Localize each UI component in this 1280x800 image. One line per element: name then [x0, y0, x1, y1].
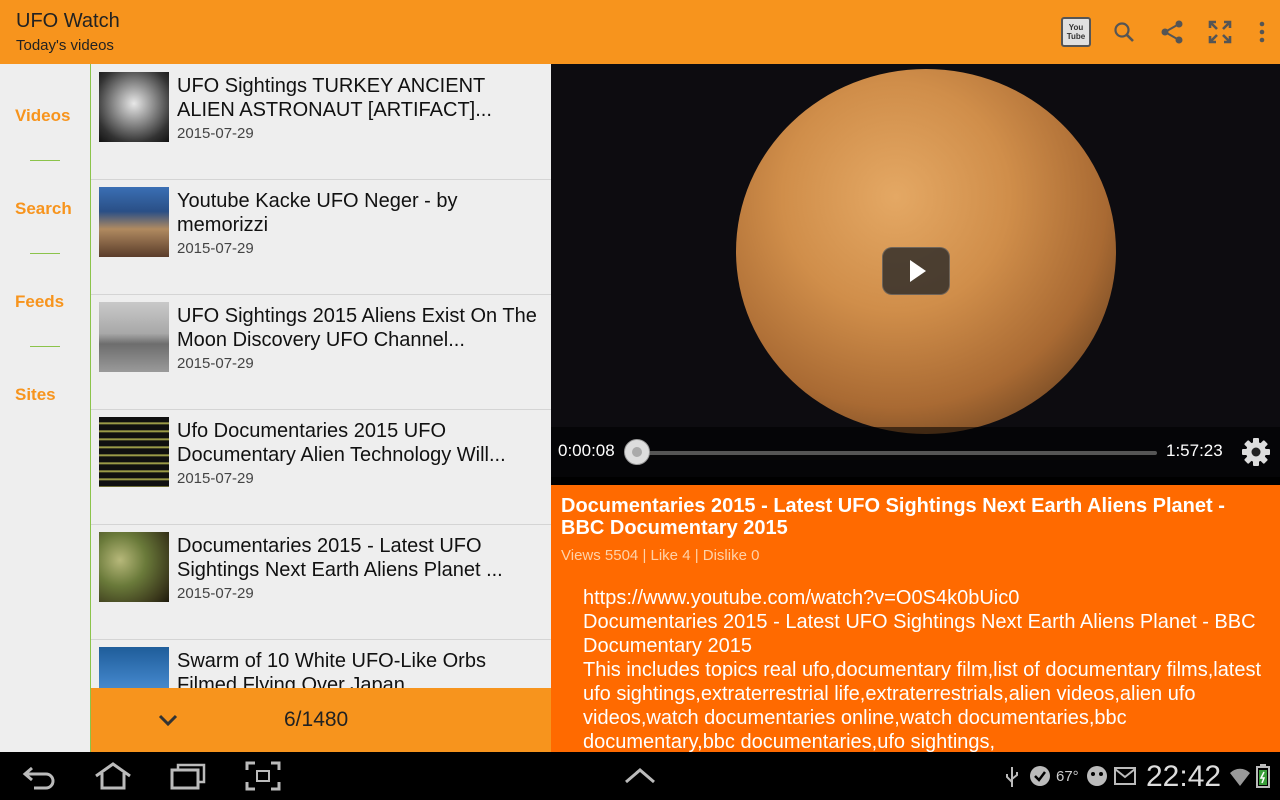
video-date: 2015-07-29 [177, 240, 254, 257]
video-details-title: Documentaries 2015 - Latest UFO Sighting… [561, 495, 1225, 539]
video-list-item[interactable]: UFO Sightings TURKEY ANCIENT ALIEN ASTRO… [91, 64, 551, 180]
video-details: Documentaries 2015 - Latest UFO Sighting… [551, 485, 1280, 752]
video-list-item[interactable]: UFO Sightings 2015 Aliens Exist On The M… [91, 294, 551, 410]
panel-divider [551, 477, 1280, 485]
nav-item-videos[interactable]: Videos [15, 106, 70, 126]
video-thumbnail [99, 187, 169, 257]
share-button[interactable] [1148, 0, 1196, 64]
system-bar: 67° 22:42 [0, 752, 1280, 800]
status-clock: 22:42 [1146, 760, 1222, 793]
notification-icon [1087, 766, 1107, 786]
video-thumbnail [99, 532, 169, 602]
video-thumbnail [99, 72, 169, 142]
gear-icon[interactable] [1241, 437, 1271, 467]
chevron-down-icon[interactable] [155, 708, 181, 732]
usb-icon [1006, 767, 1018, 787]
list-footer: 6/1480 [91, 688, 551, 752]
current-time: 0:00:08 [558, 441, 615, 460]
video-thumbnail [99, 417, 169, 487]
app-subtitle: Today's videos [16, 37, 114, 54]
nav-item-sites[interactable]: Sites [15, 385, 56, 405]
youtube-button[interactable]: You Tube [1052, 0, 1100, 64]
total-time: 1:57:23 [1166, 441, 1223, 460]
battery-icon [1256, 764, 1270, 788]
home-icon[interactable] [92, 760, 134, 792]
app-title: UFO Watch [16, 10, 120, 32]
video-description: https://www.youtube.com/watch?v=O0S4k0bU… [583, 587, 1262, 752]
share-icon [1161, 20, 1183, 44]
video-title: UFO Sightings 2015 Aliens Exist On The M… [177, 305, 537, 351]
seek-bar[interactable] [639, 451, 1157, 455]
nav-divider [30, 253, 60, 254]
video-title: UFO Sightings TURKEY ANCIENT ALIEN ASTRO… [177, 75, 492, 121]
video-date: 2015-07-29 [177, 585, 254, 602]
screenshot-icon[interactable] [244, 760, 282, 792]
video-title: Ufo Documentaries 2015 UFO Documentary A… [177, 420, 506, 466]
video-title: Documentaries 2015 - Latest UFO Sighting… [177, 535, 503, 581]
search-button[interactable] [1100, 0, 1148, 64]
app-bar: UFO Watch Today's videos You Tube [0, 0, 1280, 64]
check-badge-icon [1030, 766, 1050, 786]
youtube-icon: You Tube [1061, 17, 1091, 47]
nav-divider [30, 160, 60, 161]
nav-item-feeds[interactable]: Feeds [15, 292, 64, 312]
seek-handle[interactable] [624, 439, 650, 465]
chevron-up-icon[interactable] [622, 760, 658, 792]
video-list-item[interactable]: Documentaries 2015 - Latest UFO Sighting… [91, 524, 551, 640]
video-list-item[interactable]: Ufo Documentaries 2015 UFO Documentary A… [91, 409, 551, 525]
fullscreen-button[interactable] [1196, 0, 1244, 64]
action-bar: You Tube [1052, 0, 1280, 64]
video-list-item[interactable]: Youtube Kacke UFO Neger - by memorizzi 2… [91, 179, 551, 295]
video-list: UFO Sightings TURKEY ANCIENT ALIEN ASTRO… [91, 64, 551, 752]
video-title: Youtube Kacke UFO Neger - by memorizzi [177, 190, 458, 236]
video-date: 2015-07-29 [177, 470, 254, 487]
wifi-icon [1230, 768, 1250, 786]
video-date: 2015-07-29 [177, 125, 254, 142]
mail-icon [1114, 767, 1136, 785]
player-controls: 0:00:08 1:57:23 [551, 427, 1280, 477]
play-button[interactable] [882, 247, 950, 295]
video-date: 2015-07-29 [177, 355, 254, 372]
recent-apps-icon[interactable] [168, 760, 208, 792]
play-icon [910, 260, 926, 282]
list-counter: 6/1480 [284, 708, 349, 731]
overflow-menu-button[interactable] [1244, 0, 1280, 64]
weather-temperature: 67° [1056, 768, 1079, 785]
overflow-icon [1259, 21, 1265, 43]
nav-item-search[interactable]: Search [15, 199, 72, 219]
search-icon [1114, 22, 1134, 42]
video-thumbnail [99, 302, 169, 372]
side-nav: Videos Search Feeds Sites [0, 64, 91, 752]
nav-divider [30, 346, 60, 347]
video-stats: Views 5504 | Like 4 | Dislike 0 [561, 547, 760, 564]
fullscreen-icon [1208, 20, 1232, 44]
back-icon[interactable] [20, 760, 58, 792]
video-player[interactable]: 0:00:08 1:57:23 [551, 64, 1280, 477]
